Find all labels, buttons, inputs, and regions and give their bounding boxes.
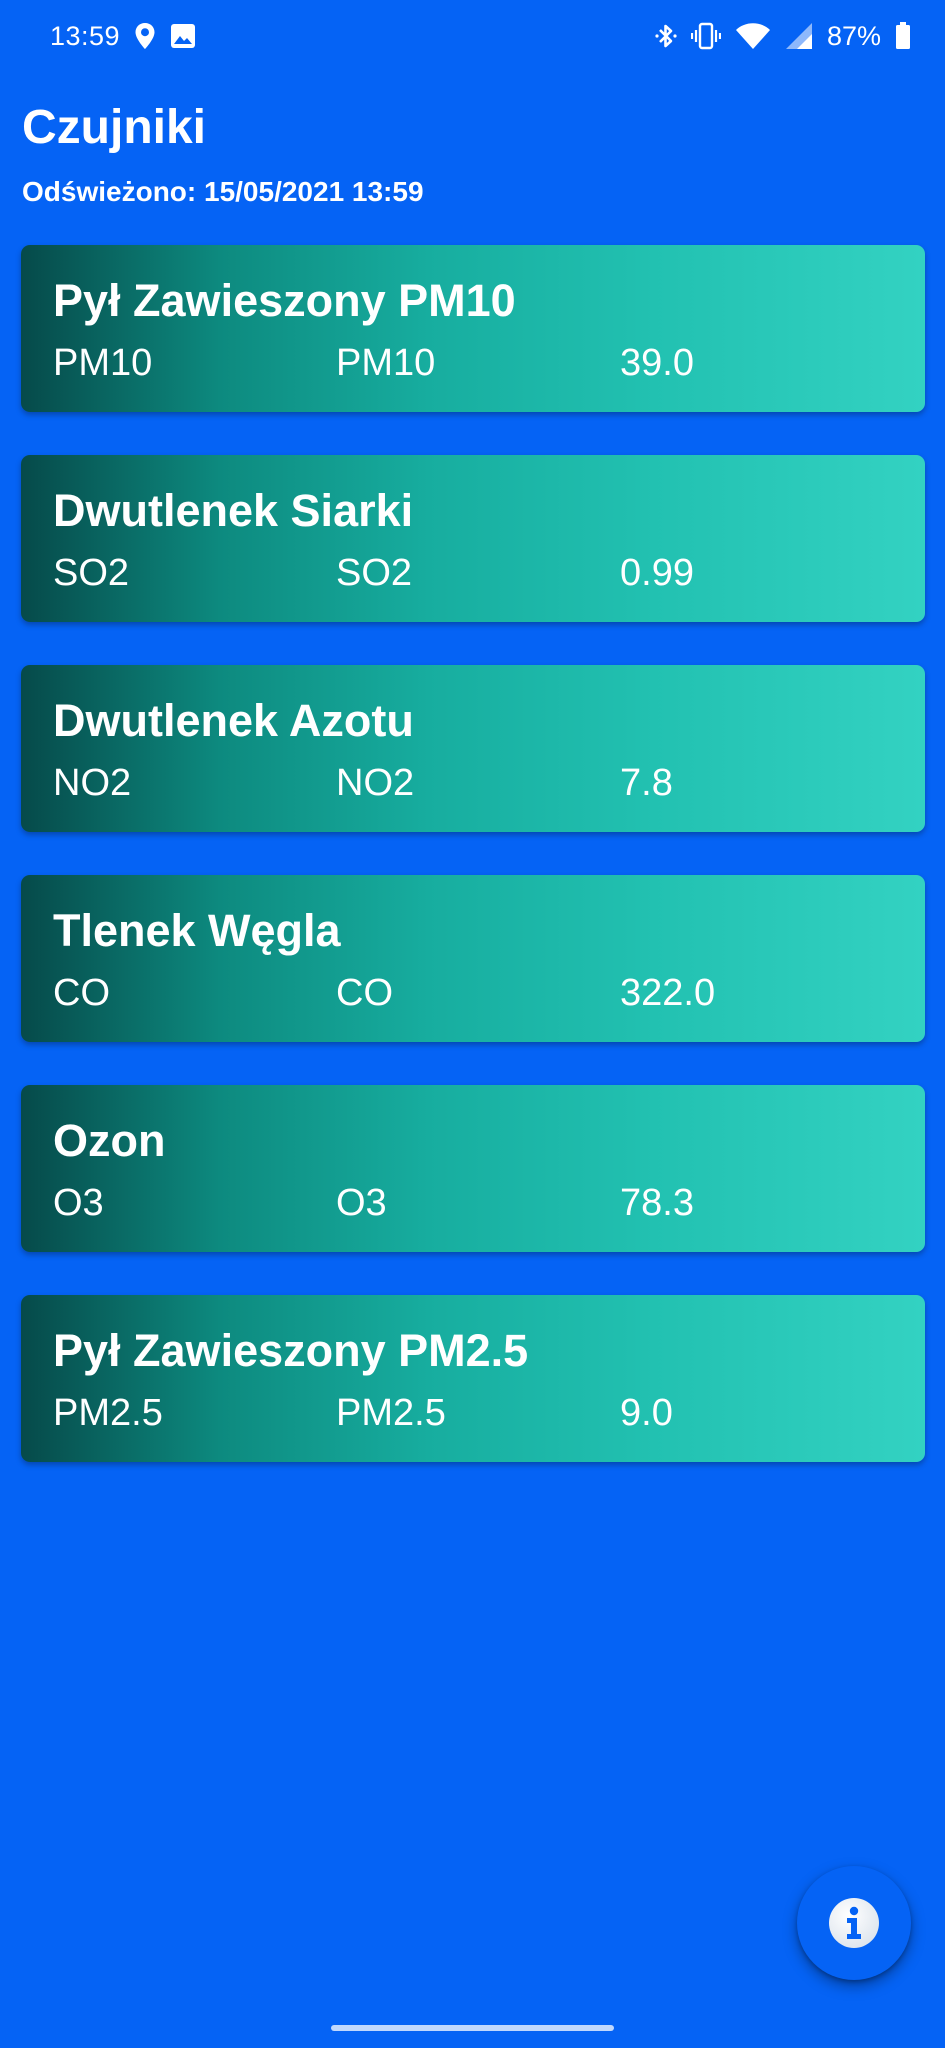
sensor-card[interactable]: Ozon O3 O3 78.3 — [21, 1085, 925, 1252]
wifi-icon — [735, 22, 771, 50]
sensor-name: Dwutlenek Azotu — [53, 695, 414, 746]
sensor-card[interactable]: Dwutlenek Siarki SO2 SO2 0.99 — [21, 455, 925, 622]
page-title: Czujniki — [22, 101, 207, 154]
sensor-formula: NO2 — [336, 762, 415, 804]
sensor-formula: PM10 — [336, 342, 436, 384]
status-left: 13:59 — [50, 21, 196, 52]
sensor-formula: SO2 — [336, 552, 413, 594]
info-button[interactable] — [797, 1866, 911, 1980]
sensor-name: Dwutlenek Siarki — [53, 485, 414, 536]
sensor-value: 0.99 — [620, 552, 694, 594]
sensor-formula: CO — [336, 972, 393, 1014]
sensor-code: SO2 — [53, 552, 130, 594]
sensor-value: 78.3 — [620, 1182, 694, 1224]
image-icon — [170, 23, 196, 49]
location-icon — [134, 22, 156, 50]
sensor-code: CO — [53, 972, 110, 1014]
vibrate-icon — [690, 22, 721, 50]
nav-gesture-handle[interactable] — [331, 2025, 614, 2031]
sensor-formula: O3 — [336, 1182, 387, 1224]
bluetooth-icon — [655, 22, 677, 50]
sensor-name: Tlenek Węgla — [53, 905, 341, 956]
info-icon — [828, 1897, 880, 1949]
sensor-card[interactable]: Pył Zawieszony PM2.5 PM2.5 PM2.5 9.0 — [21, 1295, 925, 1462]
sensor-code: O3 — [53, 1182, 104, 1224]
sensor-value: 39.0 — [620, 342, 694, 384]
sensor-card[interactable]: Dwutlenek Azotu NO2 NO2 7.8 — [21, 665, 925, 832]
sensor-value: 322.0 — [620, 972, 716, 1014]
refresh-timestamp: Odświeżono: 15/05/2021 13:59 — [22, 176, 424, 207]
sensor-formula: PM2.5 — [336, 1392, 446, 1434]
sensor-name: Pył Zawieszony PM2.5 — [53, 1325, 529, 1376]
sensor-code: PM10 — [53, 342, 153, 384]
status-right: 87% — [655, 21, 911, 52]
sensor-list: Pył Zawieszony PM10 PM10 PM10 39.0 Dwutl… — [21, 245, 925, 1505]
sensor-card[interactable]: Pył Zawieszony PM10 PM10 PM10 39.0 — [21, 245, 925, 412]
sensor-code: NO2 — [53, 762, 132, 804]
sensor-name: Ozon — [53, 1115, 166, 1166]
status-time: 13:59 — [50, 20, 121, 51]
signal-icon — [785, 22, 813, 50]
sensor-card[interactable]: Tlenek Węgla CO CO 322.0 — [21, 875, 925, 1042]
sensor-name: Pył Zawieszony PM10 — [53, 275, 516, 326]
battery-percent: 87% — [826, 20, 881, 51]
sensor-value: 7.8 — [620, 762, 673, 804]
status-bar: 13:59 87% — [0, 0, 945, 72]
battery-icon — [895, 22, 911, 50]
sensor-value: 9.0 — [620, 1392, 673, 1434]
sensor-code: PM2.5 — [53, 1392, 163, 1434]
